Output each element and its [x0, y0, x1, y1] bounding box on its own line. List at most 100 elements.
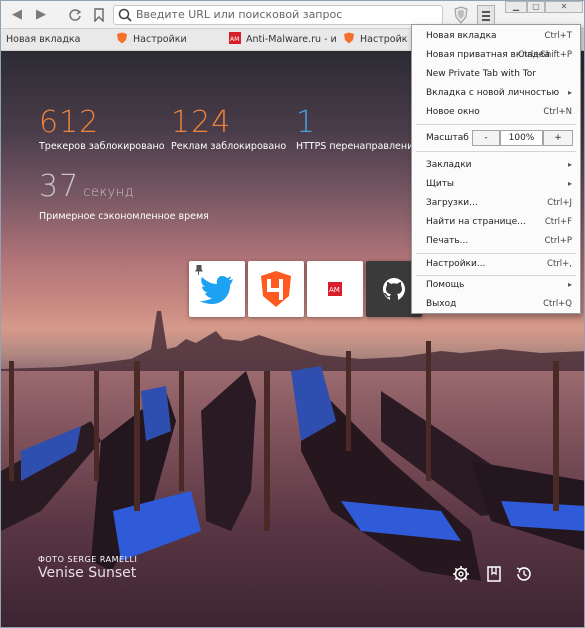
- menu-item-label: Щиты: [426, 179, 455, 189]
- menu-divider: [416, 124, 576, 125]
- pin-icon[interactable]: [195, 265, 203, 275]
- zoom-label: Масштаб: [426, 133, 469, 143]
- history-icon[interactable]: [515, 565, 533, 583]
- maximize-button[interactable]: ▢: [527, 1, 545, 13]
- gear-icon[interactable]: [452, 565, 470, 583]
- menu-item-private-tab-tor[interactable]: New Private Tab with Tor: [412, 65, 580, 83]
- tab-label: Настройки: [360, 34, 408, 45]
- anti-malware-icon: AM: [328, 282, 342, 296]
- menu-item-label: Найти на странице...: [426, 217, 526, 227]
- menu-item-shortcut: Ctrl+,: [547, 259, 572, 269]
- menu-item-shortcut: Ctrl+Shift+P: [518, 50, 572, 60]
- menu-item-label: Вкладка с новой личностью: [426, 88, 560, 98]
- zoom-out-button[interactable]: -: [472, 130, 500, 146]
- photo-credit: ФОТО SERGE RAMELLI Venise Sunset: [38, 555, 137, 581]
- menu-item-shortcut: Ctrl+F: [544, 217, 572, 227]
- menu-item-label: Закладки: [426, 160, 472, 170]
- menu-item-print[interactable]: Печать... Ctrl+P: [412, 232, 580, 250]
- menu-button[interactable]: [477, 5, 495, 25]
- reload-button[interactable]: [65, 5, 85, 25]
- url-placeholder: Введите URL или поисковой запрос: [136, 8, 343, 21]
- twitter-icon: [200, 276, 233, 304]
- menu-item-help[interactable]: Помощь ▸: [412, 276, 580, 294]
- background-gondolas: [1, 341, 584, 581]
- tab-new-tab[interactable]: Новая вкладка: [6, 29, 106, 51]
- menu-item-settings[interactable]: Настройки... Ctrl+,: [412, 255, 580, 273]
- stat-label: Реклам заблокировано: [171, 141, 287, 152]
- zoom-in-button[interactable]: +: [543, 130, 573, 146]
- menu-item-shortcut: Ctrl+N: [543, 107, 572, 117]
- menu-item-shortcut: Ctrl+T: [544, 31, 572, 41]
- zoom-level: 100%: [500, 130, 543, 146]
- stat-label: HTTPS перенаправление: [296, 141, 420, 152]
- menu-item-new-tab[interactable]: Новая вкладка Ctrl+T: [412, 27, 580, 45]
- menu-item-find-in-page[interactable]: Найти на странице... Ctrl+F: [412, 213, 580, 231]
- github-icon: [383, 278, 405, 300]
- back-button[interactable]: ◀: [7, 5, 27, 25]
- bookmark-icon: [94, 8, 104, 23]
- chevron-right-icon: ▸: [567, 160, 572, 169]
- menu-divider: [416, 253, 576, 254]
- menu-item-new-identity-tab[interactable]: Вкладка с новой личностью ▸: [412, 84, 580, 102]
- svg-text:AM: AM: [230, 36, 239, 43]
- stat-time-saved: 37 секунд Примерное сэкономленное время: [39, 169, 209, 223]
- reload-icon: [69, 9, 82, 21]
- menu-item-label: Настройки...: [426, 259, 486, 269]
- menu-item-label: Загрузки...: [426, 198, 478, 208]
- stat-label: Трекеров заблокировано: [39, 141, 165, 152]
- search-icon: [118, 8, 132, 22]
- forward-button[interactable]: ▶: [31, 5, 51, 25]
- minimize-button[interactable]: ▁: [505, 1, 527, 13]
- top-site-anti-malware[interactable]: AM: [307, 261, 363, 317]
- time-value: 37: [39, 169, 80, 204]
- tab-settings[interactable]: Настройки: [116, 29, 221, 51]
- stat-value: 612: [39, 105, 100, 140]
- photo-title: Venise Sunset: [38, 565, 137, 581]
- menu-item-label: Печать...: [426, 236, 469, 246]
- menu-item-shortcut: Ctrl+J: [547, 198, 572, 208]
- menu-item-shortcut: Ctrl+Q: [543, 299, 572, 309]
- chevron-right-icon: ▸: [567, 88, 572, 97]
- menu-item-shields[interactable]: Щиты ▸: [412, 175, 580, 193]
- stat-trackers: 612 Трекеров заблокировано: [39, 105, 165, 153]
- menu-item-label: Новая вкладка: [426, 31, 497, 41]
- menu-item-downloads[interactable]: Загрузки... Ctrl+J: [412, 194, 580, 212]
- anti-malware-icon: AM: [229, 32, 241, 44]
- time-unit: секунд: [83, 185, 135, 200]
- tab-anti-malware[interactable]: AM Anti-Malware.ru - инф: [229, 29, 337, 51]
- top-site-twitter[interactable]: [189, 261, 245, 317]
- tab-label: Настройки: [133, 34, 187, 45]
- menu-item-shortcut: Ctrl+P: [544, 236, 572, 246]
- chevron-right-icon: ▸: [567, 179, 572, 188]
- app-menu: Новая вкладка Ctrl+T Новая приватная вкла…: [411, 24, 581, 314]
- menu-divider: [416, 151, 576, 152]
- top-site-4pda[interactable]: [248, 261, 304, 317]
- bookmarks-icon[interactable]: [485, 565, 503, 583]
- menu-item-new-window[interactable]: Новое окно Ctrl+N: [412, 103, 580, 121]
- chevron-right-icon: ▸: [567, 280, 572, 289]
- brave-logo-icon: [344, 32, 354, 44]
- browser-window: ◀ ▶ Введите URL или поисковой запрос ▁ ▢…: [0, 0, 585, 628]
- brave-logo-icon: [117, 32, 127, 44]
- stat-value: 1: [296, 105, 317, 140]
- stat-value: 124: [171, 105, 232, 140]
- photo-credit-author: ФОТО SERGE RAMELLI: [38, 555, 138, 564]
- menu-item-exit[interactable]: Выход Ctrl+Q: [412, 295, 580, 313]
- stat-label: Примерное сэкономленное время: [39, 211, 209, 222]
- tab-label: Anti-Malware.ru - инф: [246, 34, 337, 45]
- menu-item-label: Помощь: [426, 280, 465, 290]
- stat-ads: 124 Реклам заблокировано: [171, 105, 287, 153]
- 4pda-icon: [261, 271, 291, 307]
- menu-item-label: Новое окно: [426, 107, 480, 117]
- brave-shield-icon[interactable]: [453, 6, 469, 24]
- tab-label: Новая вкладка: [6, 34, 81, 45]
- menu-item-label: New Private Tab with Tor: [426, 69, 536, 79]
- url-input[interactable]: Введите URL или поисковой запрос: [113, 5, 443, 25]
- close-button[interactable]: ✕: [545, 1, 583, 13]
- menu-item-label: Выход: [426, 299, 457, 309]
- tab-settings-2[interactable]: Настройки: [343, 29, 408, 51]
- stat-https: 1 HTTPS перенаправление: [296, 105, 420, 153]
- menu-item-bookmarks[interactable]: Закладки ▸: [412, 156, 580, 174]
- menu-item-new-private-tab[interactable]: Новая приватная вкладка Ctrl+Shift+P: [412, 46, 580, 64]
- bookmark-button[interactable]: [89, 5, 109, 25]
